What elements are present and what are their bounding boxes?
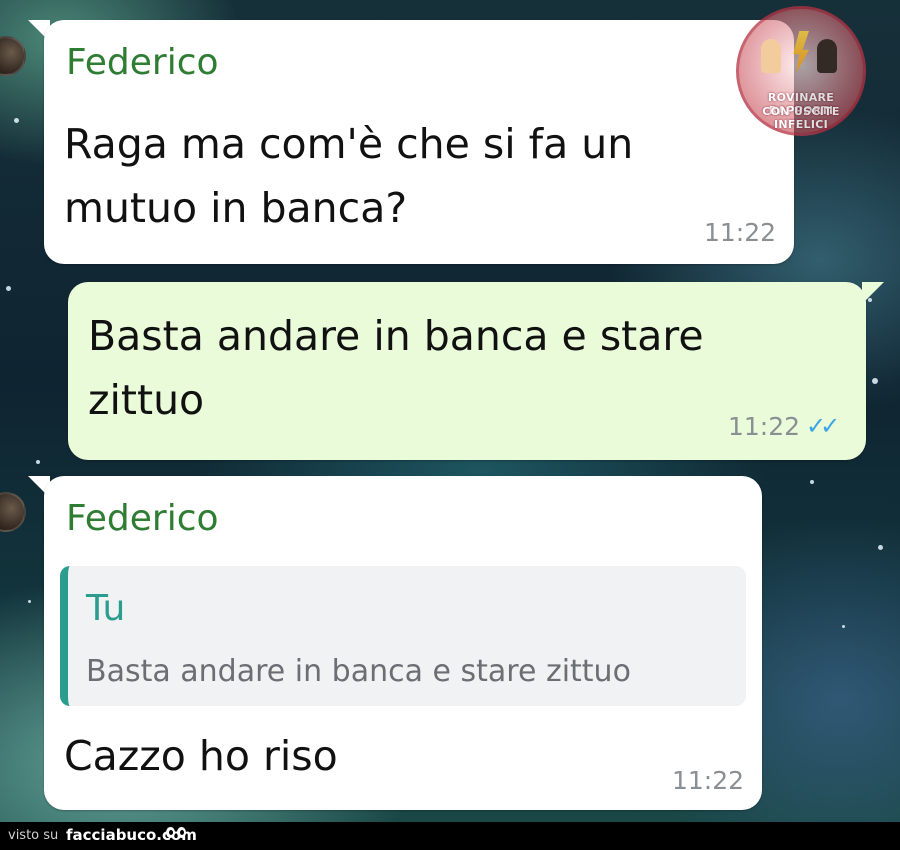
- avatar[interactable]: [0, 36, 26, 76]
- quoted-author: Tu: [86, 588, 126, 629]
- quoted-reply[interactable]: Tu Basta andare in banca e stare zittuo: [60, 566, 746, 706]
- avatar[interactable]: [0, 492, 26, 532]
- star-decoration: [810, 480, 814, 484]
- message-time: 11:22: [672, 766, 745, 795]
- person-icon: [761, 39, 781, 73]
- message-time: 11:22: [728, 412, 801, 441]
- star-decoration: [36, 460, 40, 464]
- watermark-text: CON USCITE INFELICI: [762, 105, 840, 131]
- sender-name[interactable]: Federico: [66, 42, 219, 83]
- bubble-tail: [862, 282, 884, 304]
- message-line: Basta andare in banca e stare: [88, 312, 704, 360]
- footer-bar: visto su facciabuco.com: [0, 822, 900, 850]
- message-bubble-incoming[interactable]: Federico Tu Basta andare in banca e star…: [44, 476, 762, 810]
- message-time: 11:22: [704, 218, 777, 247]
- message-bubble-incoming[interactable]: Federico Raga ma com'è che si fa un mutu…: [44, 20, 794, 264]
- message-line: mutuo in banca?: [64, 184, 408, 232]
- watermark-logo: ROVINARE RAPPORTI CON USCITE INFELICI: [736, 6, 866, 136]
- eyes-icon: [166, 827, 188, 841]
- footer-prefix: visto su: [8, 828, 59, 843]
- star-decoration: [842, 625, 845, 628]
- star-decoration: [872, 378, 878, 384]
- message-text: Cazzo ho riso: [64, 724, 338, 788]
- sender-name[interactable]: Federico: [66, 498, 219, 539]
- person-icon: [817, 39, 837, 73]
- quoted-text: Basta andare in banca e stare zittuo: [86, 654, 631, 689]
- message-line: Raga ma com'è che si fa un: [64, 120, 634, 168]
- message-line: zittuo: [88, 376, 205, 424]
- double-check-icon: ✓✓: [806, 412, 840, 440]
- star-decoration: [14, 118, 19, 123]
- star-decoration: [28, 600, 31, 603]
- message-bubble-outgoing[interactable]: Basta andare in banca e stare zittuo 11:…: [68, 282, 866, 460]
- message-text: Basta andare in banca e stare zittuo: [88, 304, 704, 432]
- message-line: Cazzo ho riso: [64, 732, 338, 780]
- lightning-icon: [793, 31, 809, 73]
- star-decoration: [878, 545, 883, 550]
- star-decoration: [6, 286, 11, 291]
- message-text: Raga ma com'è che si fa un mutuo in banc…: [64, 112, 633, 240]
